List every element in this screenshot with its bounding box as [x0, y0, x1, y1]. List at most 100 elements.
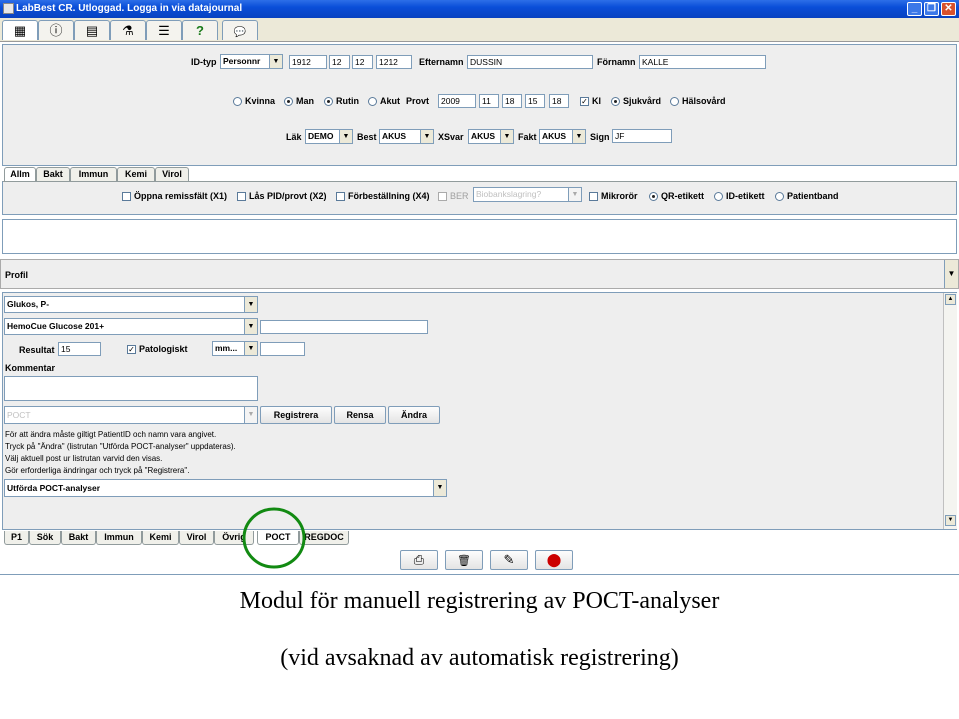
instrument-select[interactable]: HemoCue Glucose 201+ ▼	[4, 318, 258, 335]
tab-immun[interactable]: Immun	[70, 167, 117, 181]
best-select[interactable]: AKUS ▼	[379, 129, 434, 144]
andra-button[interactable]: Ändra	[388, 406, 440, 424]
delete-button[interactable]: 🗑	[445, 550, 483, 570]
pid-year-field[interactable]: 1912	[289, 55, 327, 69]
patient-header-panel: ID-typ Personnr ▼ 1912 12 12 1212 Efterna…	[2, 44, 957, 166]
qr-etikett-radio[interactable]	[649, 192, 658, 201]
scroll-up-icon[interactable]: ▲	[945, 294, 956, 305]
provt-label: Provt	[406, 96, 430, 106]
tab-virol-bottom[interactable]: Virol	[179, 531, 214, 545]
chevron-down-icon: ▼	[500, 130, 513, 143]
id-etikett-radio[interactable]	[714, 192, 723, 201]
xsvar-label: XSvar	[438, 132, 464, 142]
tab-sok[interactable]: Sök	[29, 531, 61, 545]
halsovard-label: Hälsovård	[682, 96, 726, 106]
pid-day-field[interactable]: 12	[352, 55, 373, 69]
provt-year-field[interactable]: 2009	[438, 94, 476, 108]
provt-day-field[interactable]: 18	[502, 94, 522, 108]
toolbar-tab-person[interactable]: ⚗	[110, 20, 146, 40]
resultat-field[interactable]: 15	[58, 342, 101, 356]
tab-p1[interactable]: P1	[4, 531, 29, 545]
tab-bakt[interactable]: Bakt	[36, 167, 70, 181]
printer-icon: ⎙	[413, 552, 425, 567]
kvinna-radio[interactable]	[233, 97, 242, 106]
toolbar-tab-book[interactable]: ▤	[74, 20, 110, 40]
efternamn-field[interactable]: DUSSIN	[467, 55, 593, 69]
forbestallning-checkbox[interactable]	[336, 192, 345, 201]
tab-kemi-bottom[interactable]: Kemi	[142, 531, 179, 545]
tab-allm[interactable]: Allm	[4, 167, 36, 181]
lak-label: Läk	[286, 132, 302, 142]
help-text-line: Välj aktuell post ur listrutan varvid de…	[5, 454, 163, 463]
chevron-down-icon: ▼	[244, 407, 257, 423]
toolbar-tab-speech[interactable]: 💬	[222, 20, 258, 40]
halsovard-radio[interactable]	[670, 97, 679, 106]
maximize-button[interactable]: ❐	[924, 2, 939, 16]
mikroror-label: Mikrorör	[601, 191, 638, 201]
toolbar-tab-barcode[interactable]: ▦	[2, 20, 38, 40]
tab-virol[interactable]: Virol	[155, 167, 189, 181]
kl-checkbox[interactable]: ✓	[580, 97, 589, 106]
print-button[interactable]: ⎙	[400, 550, 438, 570]
speech-icon: 💬	[233, 27, 247, 38]
profil-select[interactable]: Profil ▼	[0, 259, 959, 289]
provt-hour-field[interactable]: 15	[525, 94, 545, 108]
minimize-button[interactable]: _	[907, 2, 922, 16]
akut-radio[interactable]	[368, 97, 377, 106]
stop-button[interactable]: ⬤	[535, 550, 573, 570]
toolbar-tab-info[interactable]: ⓘ	[38, 20, 74, 40]
rutin-radio[interactable]	[324, 97, 333, 106]
remiss-text-area[interactable]	[2, 219, 957, 254]
mikroror-checkbox[interactable]	[589, 192, 598, 201]
chevron-down-icon: ▼	[244, 319, 257, 334]
chevron-down-icon: ▼	[244, 342, 257, 355]
close-button[interactable]: ✕	[941, 2, 956, 16]
options-panel: Öppna remissfält (X1) Lås PID/provt (X2)…	[2, 181, 957, 215]
rensa-button[interactable]: Rensa	[334, 406, 386, 424]
poct-select[interactable]: POCT ▼	[4, 406, 258, 424]
idtyp-select[interactable]: Personnr ▼	[220, 54, 283, 69]
utforda-poct-select[interactable]: Utförda POCT-analyser ▼	[4, 479, 447, 497]
ber-checkbox[interactable]	[438, 192, 447, 201]
analys-select[interactable]: Glukos, P- ▼	[4, 296, 258, 313]
man-label: Man	[296, 96, 314, 106]
oppna-remissfalt-checkbox[interactable]	[122, 192, 131, 201]
fakt-select[interactable]: AKUS ▼	[539, 129, 586, 144]
tab-kemi[interactable]: Kemi	[117, 167, 155, 181]
biobankslagring-select[interactable]: Biobankslagring? ▼	[473, 187, 582, 202]
toolbar-tab-help[interactable]: ?	[182, 20, 218, 40]
edit-button[interactable]: ✎	[490, 550, 528, 570]
pid-month-field[interactable]: 12	[329, 55, 350, 69]
unit-select[interactable]: mm... ▼	[212, 341, 258, 356]
person-icon: ⚗	[122, 23, 134, 38]
tab-bakt-bottom[interactable]: Bakt	[61, 531, 96, 545]
window-title-bar: LabBest CR. Utloggad. Logga in via dataj…	[0, 0, 959, 18]
toolbar-tab-list[interactable]: ☰	[146, 20, 182, 40]
sjukvard-radio[interactable]	[611, 97, 620, 106]
instrument-extra-field[interactable]	[260, 320, 428, 334]
stop-icon: ⬤	[546, 552, 562, 567]
las-pid-checkbox[interactable]	[237, 192, 246, 201]
unit-extra-field[interactable]	[260, 342, 305, 356]
lak-select[interactable]: DEMO ▼	[305, 129, 353, 144]
patologiskt-label: Patologiskt	[139, 344, 188, 354]
vertical-scrollbar[interactable]: ▲ ▼	[943, 293, 957, 529]
patientband-radio[interactable]	[775, 192, 784, 201]
id-etikett-label: ID-etikett	[726, 191, 765, 201]
help-text-line: För att ändra måste giltigt PatientID oc…	[5, 430, 217, 439]
fornamn-field[interactable]: KALLE	[639, 55, 766, 69]
provt-month-field[interactable]: 11	[479, 94, 499, 108]
akut-label: Akut	[380, 96, 400, 106]
xsvar-select[interactable]: AKUS ▼	[468, 129, 514, 144]
fornamn-label: Förnamn	[597, 57, 636, 67]
pid-number-field[interactable]: 1212	[376, 55, 412, 69]
sign-field[interactable]: JF	[612, 129, 672, 143]
tab-immun-bottom[interactable]: Immun	[96, 531, 142, 545]
scroll-down-icon[interactable]: ▼	[945, 515, 956, 526]
patientband-label: Patientband	[787, 191, 839, 201]
patologiskt-checkbox[interactable]: ✓	[127, 345, 136, 354]
provt-minute-field[interactable]: 18	[549, 94, 569, 108]
registrera-button[interactable]: Registrera	[260, 406, 332, 424]
kommentar-field[interactable]	[4, 376, 258, 401]
man-radio[interactable]	[284, 97, 293, 106]
